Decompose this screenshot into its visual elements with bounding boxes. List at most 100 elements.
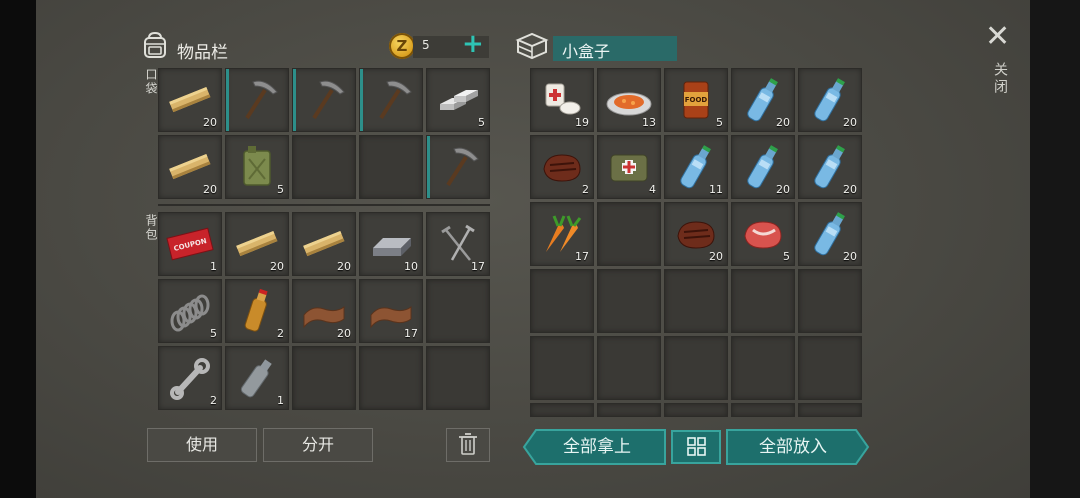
- pocket-slot[interactable]: [359, 135, 423, 199]
- backpack-slot[interactable]: 2: [225, 279, 289, 343]
- empty-bottle-icon: [240, 359, 272, 398]
- item-quantity: 20: [270, 260, 284, 273]
- backpack-slot[interactable]: 2: [158, 346, 222, 410]
- container-slot[interactable]: 11: [664, 135, 728, 199]
- close-label[interactable]: 关闭: [990, 62, 1010, 96]
- item-quantity: 20: [709, 250, 723, 263]
- pocket-slot[interactable]: 5: [426, 68, 490, 132]
- item-quantity: 2: [277, 327, 284, 340]
- container-slot[interactable]: 20: [798, 202, 862, 266]
- item-quantity: 4: [649, 183, 656, 196]
- container-slot[interactable]: 20: [664, 202, 728, 266]
- backpack-slot[interactable]: [426, 279, 490, 343]
- split-button[interactable]: 分开: [263, 428, 373, 462]
- pocket-slot[interactable]: [292, 135, 356, 199]
- item-quantity: 19: [575, 116, 589, 129]
- container-slot[interactable]: [597, 336, 661, 400]
- container-slot[interactable]: [664, 403, 728, 417]
- container-slot[interactable]: [597, 269, 661, 333]
- svg-text:FOOD: FOOD: [685, 96, 708, 104]
- jerrycan-icon: [243, 146, 271, 186]
- item-quantity: 20: [337, 327, 351, 340]
- container-slot[interactable]: [798, 403, 862, 417]
- pocket-slot[interactable]: 20: [158, 68, 222, 132]
- pocket-slot[interactable]: [426, 135, 490, 199]
- item-quantity: 20: [337, 260, 351, 273]
- coin-icon: Z: [389, 33, 415, 59]
- backpack-icon: [140, 30, 170, 60]
- container-slot[interactable]: [731, 403, 795, 417]
- backpack-slot[interactable]: [292, 346, 356, 410]
- pocket-slot[interactable]: [292, 68, 356, 132]
- item-quantity: 5: [716, 116, 723, 129]
- container-slot[interactable]: 5: [731, 202, 795, 266]
- item-quantity: 20: [843, 250, 857, 263]
- container-slot[interactable]: FOOD 5: [664, 68, 728, 132]
- container-slot[interactable]: 20: [798, 68, 862, 132]
- item-quantity: 1: [277, 394, 284, 407]
- coin-count: 5: [422, 38, 430, 52]
- coupon-icon: COUPON: [166, 227, 214, 261]
- container-slot[interactable]: 20: [731, 68, 795, 132]
- container-slot[interactable]: [664, 269, 728, 333]
- item-quantity: 17: [404, 327, 418, 340]
- pocket-slot[interactable]: [359, 68, 423, 132]
- container-slot[interactable]: [664, 336, 728, 400]
- container-slot[interactable]: [530, 269, 594, 333]
- close-icon[interactable]: ✕: [985, 22, 1010, 52]
- container-slot[interactable]: 20: [731, 135, 795, 199]
- backpack-slot[interactable]: [426, 346, 490, 410]
- backpack-slot[interactable]: 20: [292, 279, 356, 343]
- container-slot[interactable]: [731, 269, 795, 333]
- backpack-slot[interactable]: [359, 346, 423, 410]
- pickaxe-icon: [245, 80, 278, 120]
- item-quantity: 5: [210, 327, 217, 340]
- container-slot[interactable]: 2: [530, 135, 594, 199]
- backpack-slot[interactable]: 1: [225, 346, 289, 410]
- put-all-button[interactable]: 全部放入: [727, 430, 859, 464]
- backpack-slot[interactable]: 5: [158, 279, 222, 343]
- trash-icon: [459, 433, 477, 455]
- screen-right-edge: [1030, 0, 1080, 498]
- container-slot[interactable]: [597, 202, 661, 266]
- container-slot[interactable]: [798, 269, 862, 333]
- pickaxe-icon: [379, 80, 412, 120]
- container-slot[interactable]: 4: [597, 135, 661, 199]
- container-slot[interactable]: [597, 403, 661, 417]
- backpack-slot[interactable]: COUPON 1: [158, 212, 222, 276]
- item-quantity: 5: [478, 116, 485, 129]
- take-all-button[interactable]: 全部拿上: [528, 430, 666, 464]
- wrench-icon: [170, 358, 210, 400]
- backpack-slot[interactable]: 20: [292, 212, 356, 276]
- box-icon: [514, 30, 550, 62]
- section-divider: [158, 204, 490, 206]
- backpack-slot[interactable]: 20: [225, 212, 289, 276]
- trash-button[interactable]: [446, 428, 490, 462]
- container-slot[interactable]: [731, 336, 795, 400]
- container-slot[interactable]: [530, 336, 594, 400]
- pocket-slot[interactable]: [225, 68, 289, 132]
- iron-ingots-icon: [440, 90, 478, 110]
- pocket-slot[interactable]: 20: [158, 135, 222, 199]
- container-slot[interactable]: 19: [530, 68, 594, 132]
- use-button[interactable]: 使用: [147, 428, 257, 462]
- item-quantity: 5: [783, 250, 790, 263]
- add-coins-button[interactable]: +: [462, 31, 484, 57]
- cooked-steak-icon: [543, 154, 581, 182]
- container-slot[interactable]: [798, 336, 862, 400]
- item-quantity: 2: [582, 183, 589, 196]
- grid-icon: [687, 437, 706, 456]
- container-slot[interactable]: 20: [798, 135, 862, 199]
- backpack-slot[interactable]: 10: [359, 212, 423, 276]
- item-quantity: 17: [575, 250, 589, 263]
- container-slot[interactable]: 17: [530, 202, 594, 266]
- pocket-slot[interactable]: 5: [225, 135, 289, 199]
- backpack-slot[interactable]: 17: [359, 279, 423, 343]
- item-quantity: 20: [203, 183, 217, 196]
- sort-button[interactable]: [671, 430, 721, 464]
- container-title: 小盒子: [562, 42, 611, 61]
- container-slot[interactable]: [530, 403, 594, 417]
- container-slot[interactable]: 13: [597, 68, 661, 132]
- canned-food-icon: FOOD: [683, 81, 709, 119]
- backpack-slot[interactable]: 17: [426, 212, 490, 276]
